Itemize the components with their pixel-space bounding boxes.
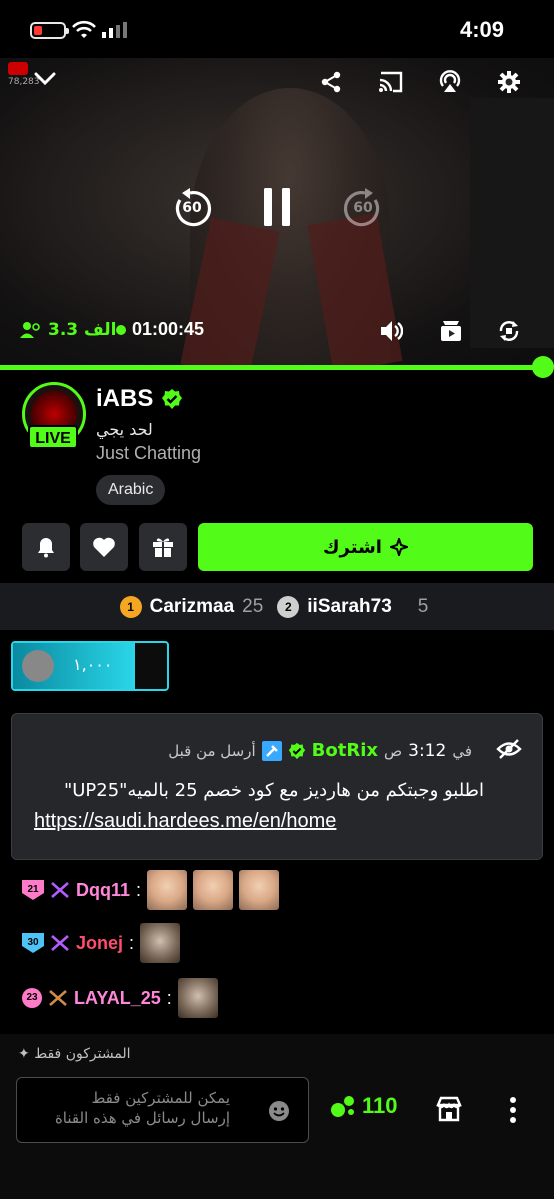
signal-icon: [102, 22, 127, 38]
pinned-meta: في 3:12 ص BotRix أرسل من قبل: [168, 740, 472, 761]
channel-name: iABS: [96, 385, 154, 412]
sword-icon: [51, 882, 69, 898]
battery-icon: [30, 22, 69, 39]
pinned-sent-by: أرسل من قبل: [168, 741, 256, 760]
live-badge: LIVE: [28, 425, 78, 449]
viewers-icon: [20, 322, 40, 338]
sub-badge: 23: [22, 988, 42, 1008]
chat-emote: [239, 870, 280, 910]
clip-icon[interactable]: [440, 320, 462, 342]
points-value: 110: [362, 1093, 398, 1118]
chat-message[interactable]: 21 Dqq11 :: [22, 870, 280, 910]
sword-icon: [49, 990, 67, 1006]
sword-icon: [51, 935, 69, 951]
stream-title: لحد يجي: [96, 420, 153, 439]
leaderboard-count-1: 25: [242, 595, 264, 617]
sparkle-icon: [389, 538, 408, 556]
channel-name-row[interactable]: iABS: [96, 385, 183, 413]
chat-username[interactable]: Jonej: [76, 933, 123, 954]
more-options-icon[interactable]: [509, 1096, 517, 1124]
wifi-icon: [72, 20, 96, 38]
subscribers-only-label: المشتركون فقط ✦: [18, 1046, 131, 1062]
notify-button[interactable]: [22, 523, 70, 571]
verified-icon: [288, 742, 305, 759]
chat-emote: [147, 870, 188, 910]
forward-seconds: 60: [353, 200, 373, 216]
subscribe-button[interactable]: اشترك: [198, 523, 533, 571]
gift-button[interactable]: [139, 523, 187, 571]
language-tag[interactable]: Arabic: [96, 475, 166, 505]
pinned-text: اطلبو وجبتكم من هارديز مع كود خصم 25 بال…: [63, 780, 484, 801]
silver-medal-icon: 2: [277, 595, 300, 618]
hide-icon[interactable]: [496, 738, 522, 760]
gear-icon[interactable]: [497, 70, 521, 94]
chat-input[interactable]: يمكن للمشتركين فقط إرسال رسائل في هذه ال…: [16, 1077, 309, 1143]
points-icon: [331, 1096, 354, 1117]
chat-input-placeholder: يمكن للمشتركين فقط إرسال رسائل في هذه ال…: [54, 1089, 230, 1127]
leaderboard-count-2: 5: [417, 595, 429, 617]
volume-icon[interactable]: [379, 319, 403, 343]
gift-leaderboard[interactable]: 1 Carizmaa 25 2 iiSarah73 5: [0, 583, 554, 630]
chat-emote: [140, 923, 181, 963]
pinned-time-suffix: ص: [383, 741, 403, 760]
gifter-avatar: [22, 650, 54, 682]
sub-badge: 30: [22, 933, 44, 953]
youtube-logo-icon: [8, 62, 28, 75]
chat-message[interactable]: 23 LAYAL_25 :: [22, 978, 218, 1018]
pinned-link[interactable]: https://saudi.hardees.me/en/home: [34, 810, 336, 833]
live-dot: [116, 325, 126, 335]
viewer-count-text: 3.3 الف: [48, 320, 117, 340]
rewind-seconds: 60: [182, 200, 202, 216]
pinned-time-prefix: في: [452, 741, 472, 760]
bell-icon: [38, 538, 54, 558]
progress-handle[interactable]: [532, 356, 554, 378]
pinned-user[interactable]: BotRix: [312, 740, 378, 761]
chevron-down-icon[interactable]: [34, 72, 56, 86]
pinned-message[interactable]: في 3:12 ص BotRix أرسل من قبل اطلبو وجبتك…: [11, 713, 543, 860]
chat-username[interactable]: LAYAL_25: [74, 988, 161, 1009]
heart-icon: [93, 537, 115, 557]
gold-medal-icon: 1: [119, 595, 142, 618]
status-bar: 4:09: [0, 0, 554, 58]
subscribe-label: اشترك: [323, 536, 382, 558]
gift-amount: ١,٠٠٠: [73, 655, 113, 674]
verified-icon: [162, 389, 183, 409]
elapsed-time: 01:00:45: [132, 319, 205, 339]
chat-emote: [177, 978, 218, 1018]
pause-icon[interactable]: [262, 186, 292, 228]
chat-username[interactable]: Dqq11: [76, 880, 130, 901]
chat-emote: [193, 870, 234, 910]
moderator-icon: [261, 740, 282, 761]
channel-points[interactable]: 110: [330, 1093, 398, 1119]
viewer-count: 3.3 الف: [20, 320, 117, 340]
leaderboard-name-1: Carizmaa: [149, 595, 235, 617]
store-icon[interactable]: [436, 1096, 462, 1122]
pinned-time: 3:12: [408, 740, 447, 761]
emoji-icon[interactable]: [268, 1100, 290, 1122]
gift-card[interactable]: ١,٠٠٠: [11, 641, 169, 691]
cast-icon[interactable]: [378, 71, 404, 93]
share-icon[interactable]: [320, 71, 342, 93]
leaderboard-name-2: iiSarah73: [307, 595, 392, 617]
rotate-screen-icon[interactable]: [497, 319, 521, 343]
follow-button[interactable]: [80, 523, 128, 571]
gift-icon: [153, 538, 173, 557]
rewind-button[interactable]: 60: [172, 188, 212, 228]
airplay-icon[interactable]: [438, 70, 462, 94]
stream-category[interactable]: Just Chatting: [96, 443, 201, 464]
forward-button[interactable]: 60: [343, 188, 383, 228]
status-time: 4:09: [459, 17, 504, 42]
chat-message[interactable]: 30 Jonej :: [22, 923, 181, 963]
sub-badge: 21: [22, 880, 44, 900]
progress-bar[interactable]: [0, 365, 543, 370]
